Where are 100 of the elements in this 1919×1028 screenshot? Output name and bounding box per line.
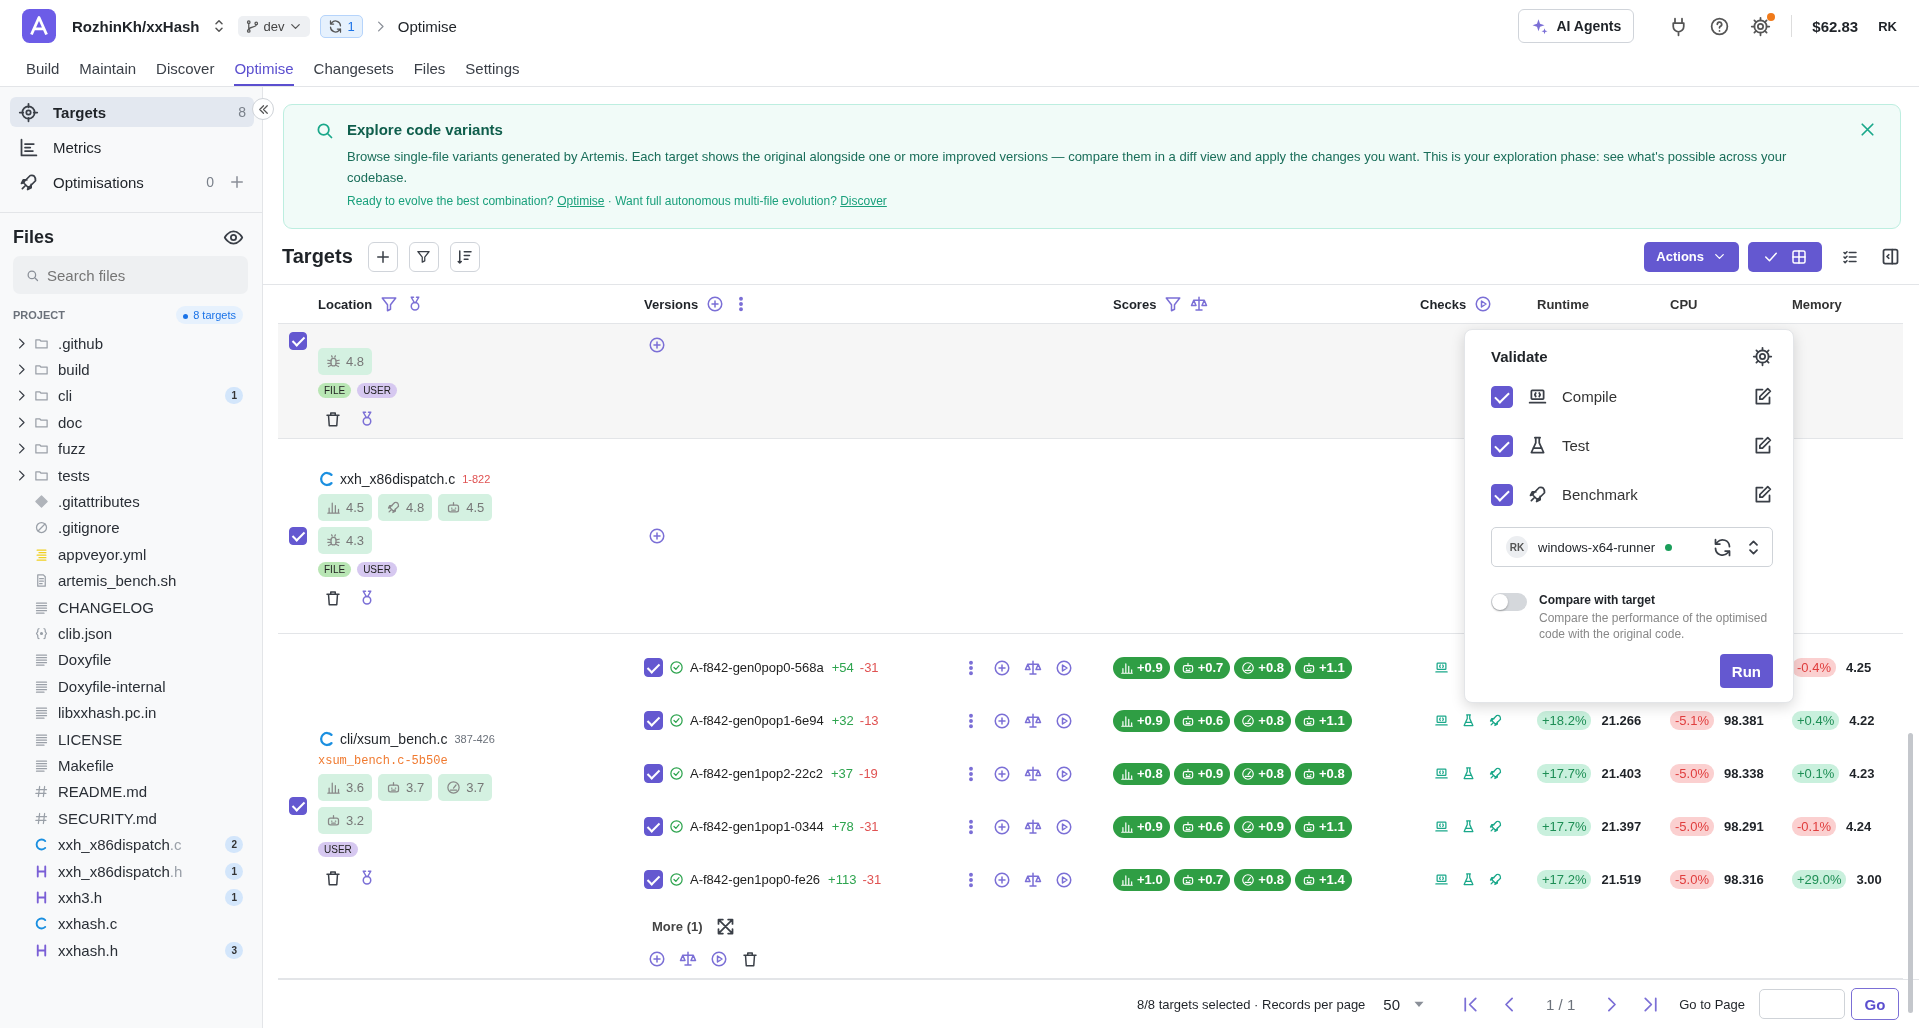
balance-scale-icon[interactable]: [1024, 764, 1042, 783]
file-tree-item[interactable]: xxhash.h 3: [14, 937, 243, 964]
checkbox[interactable]: [644, 711, 663, 730]
version-name[interactable]: A-f842-gen1pop1-0344: [690, 819, 824, 834]
file-tree-item[interactable]: appveyor.yml: [14, 541, 243, 568]
file-tree-item[interactable]: xxh_x86dispatch.c 2: [14, 831, 243, 858]
add-target-button[interactable]: [367, 241, 398, 272]
laptop-icon[interactable]: [1434, 872, 1449, 887]
page-number-input[interactable]: [1759, 989, 1845, 1019]
plus-icon[interactable]: [228, 173, 246, 191]
logo-icon[interactable]: [22, 9, 56, 43]
delete-icon[interactable]: [324, 410, 342, 428]
file-tree-item[interactable]: tests: [14, 461, 243, 489]
nav-tab[interactable]: Changesets: [313, 52, 394, 86]
sort-button[interactable]: [449, 241, 480, 272]
run-button[interactable]: Run: [1719, 654, 1773, 688]
nav-tab[interactable]: Files: [413, 52, 446, 86]
file-tree-item[interactable]: doc: [14, 409, 243, 436]
add-icon[interactable]: [993, 870, 1011, 889]
settings-icon[interactable]: [1750, 15, 1772, 37]
add-icon[interactable]: [648, 950, 666, 968]
column-header[interactable]: Versions: [644, 296, 699, 312]
file-tree-item[interactable]: artemis_bench.sh: [14, 567, 243, 594]
play-icon[interactable]: [1055, 817, 1073, 836]
file-tree-item[interactable]: .gitignore: [14, 514, 243, 542]
go-button[interactable]: Go: [1851, 988, 1899, 1020]
settings-icon[interactable]: [1752, 345, 1773, 367]
filter-icon[interactable]: [380, 295, 399, 313]
balance-scale-icon[interactable]: [1190, 295, 1209, 313]
help-icon[interactable]: [1709, 15, 1731, 37]
delete-icon[interactable]: [324, 588, 342, 607]
view-toggle-button[interactable]: [1748, 241, 1822, 272]
nav-tab[interactable]: Discover: [156, 52, 215, 86]
column-header[interactable]: Scores: [1113, 296, 1157, 312]
column-header[interactable]: Runtime: [1537, 296, 1589, 312]
sync-badge[interactable]: 1: [320, 14, 363, 38]
checkbox[interactable]: [644, 870, 663, 889]
checkbox[interactable]: [644, 658, 663, 677]
file-path[interactable]: cli/xsum_bench.c: [340, 730, 448, 747]
play-icon[interactable]: [710, 950, 728, 968]
file-tree-item[interactable]: .github: [14, 330, 243, 357]
branch-selector[interactable]: dev: [237, 15, 311, 37]
checkbox[interactable]: [289, 527, 307, 545]
balance-scale-icon[interactable]: [1024, 711, 1042, 730]
rocket-icon[interactable]: [1488, 872, 1503, 887]
refresh-icon[interactable]: [1712, 536, 1733, 558]
balance-scale-icon[interactable]: [1024, 870, 1042, 889]
play-icon[interactable]: [1055, 870, 1073, 889]
rocket-icon[interactable]: [1488, 713, 1503, 728]
file-tree-item[interactable]: build: [14, 356, 243, 383]
rocket-icon[interactable]: [1488, 766, 1503, 781]
play-icon[interactable]: [1055, 711, 1073, 730]
file-tree-item[interactable]: libxxhash.pc.in: [14, 699, 243, 726]
file-tree-item[interactable]: Makefile: [14, 752, 243, 779]
scrollbar[interactable]: [1908, 733, 1913, 1013]
checkbox[interactable]: [1491, 385, 1513, 408]
add-icon[interactable]: [648, 336, 666, 354]
file-tree-item[interactable]: SECURITY.md: [14, 805, 243, 832]
add-icon[interactable]: [706, 295, 725, 313]
flask-icon[interactable]: [1461, 819, 1476, 834]
laptop-icon[interactable]: [1434, 766, 1449, 781]
add-icon[interactable]: [648, 527, 666, 545]
laptop-icon[interactable]: [1434, 819, 1449, 834]
delete-icon[interactable]: [741, 950, 759, 968]
checkbox[interactable]: [1491, 434, 1513, 457]
laptop-icon[interactable]: [1434, 713, 1449, 728]
laptop-icon[interactable]: [1434, 660, 1449, 675]
rocket-icon[interactable]: [1488, 819, 1503, 834]
balance-scale-icon[interactable]: [679, 950, 697, 968]
play-icon[interactable]: [1055, 764, 1073, 783]
file-tree-item[interactable]: cli 1: [14, 382, 243, 410]
flask-icon[interactable]: [1461, 872, 1476, 887]
add-icon[interactable]: [993, 764, 1011, 783]
column-header[interactable]: CPU: [1670, 296, 1698, 312]
search-field[interactable]: Search files: [13, 256, 248, 294]
ai-agents-button[interactable]: AI Agents: [1517, 9, 1635, 43]
version-name[interactable]: A-f842-gen1pop2-22c2: [690, 766, 823, 781]
file-tree-item[interactable]: README.md: [14, 778, 243, 806]
file-tree-item[interactable]: clib.json: [14, 620, 243, 647]
filter-button[interactable]: [408, 241, 439, 272]
nav-tab[interactable]: Settings: [465, 52, 520, 86]
checkbox[interactable]: [644, 764, 663, 783]
file-path[interactable]: xxh_x86dispatch.c: [340, 470, 456, 487]
add-icon[interactable]: [993, 658, 1011, 677]
filter-icon[interactable]: [1164, 295, 1183, 313]
flask-icon[interactable]: [1461, 713, 1476, 728]
checkbox[interactable]: [1491, 483, 1513, 506]
column-header[interactable]: Location: [318, 296, 373, 312]
flask-icon[interactable]: [1461, 766, 1476, 781]
sidebar-item[interactable]: Targets 8: [10, 97, 254, 127]
balance-scale-icon[interactable]: [1024, 658, 1042, 677]
actions-button[interactable]: Actions: [1644, 241, 1739, 272]
collapse-sidebar-button[interactable]: [252, 98, 274, 120]
file-tree-item[interactable]: xxh_x86dispatch.h 1: [14, 857, 243, 885]
runner-selector[interactable]: RK windows-x64-runner: [1491, 527, 1773, 567]
file-tree-item[interactable]: xxh3.h 1: [14, 884, 243, 911]
file-tree-item[interactable]: fuzz: [14, 435, 243, 462]
more-link[interactable]: More (1): [652, 918, 703, 934]
sidebar-item[interactable]: Optimisations 0: [10, 167, 254, 197]
file-tree-item[interactable]: xxhash.c: [14, 910, 243, 937]
